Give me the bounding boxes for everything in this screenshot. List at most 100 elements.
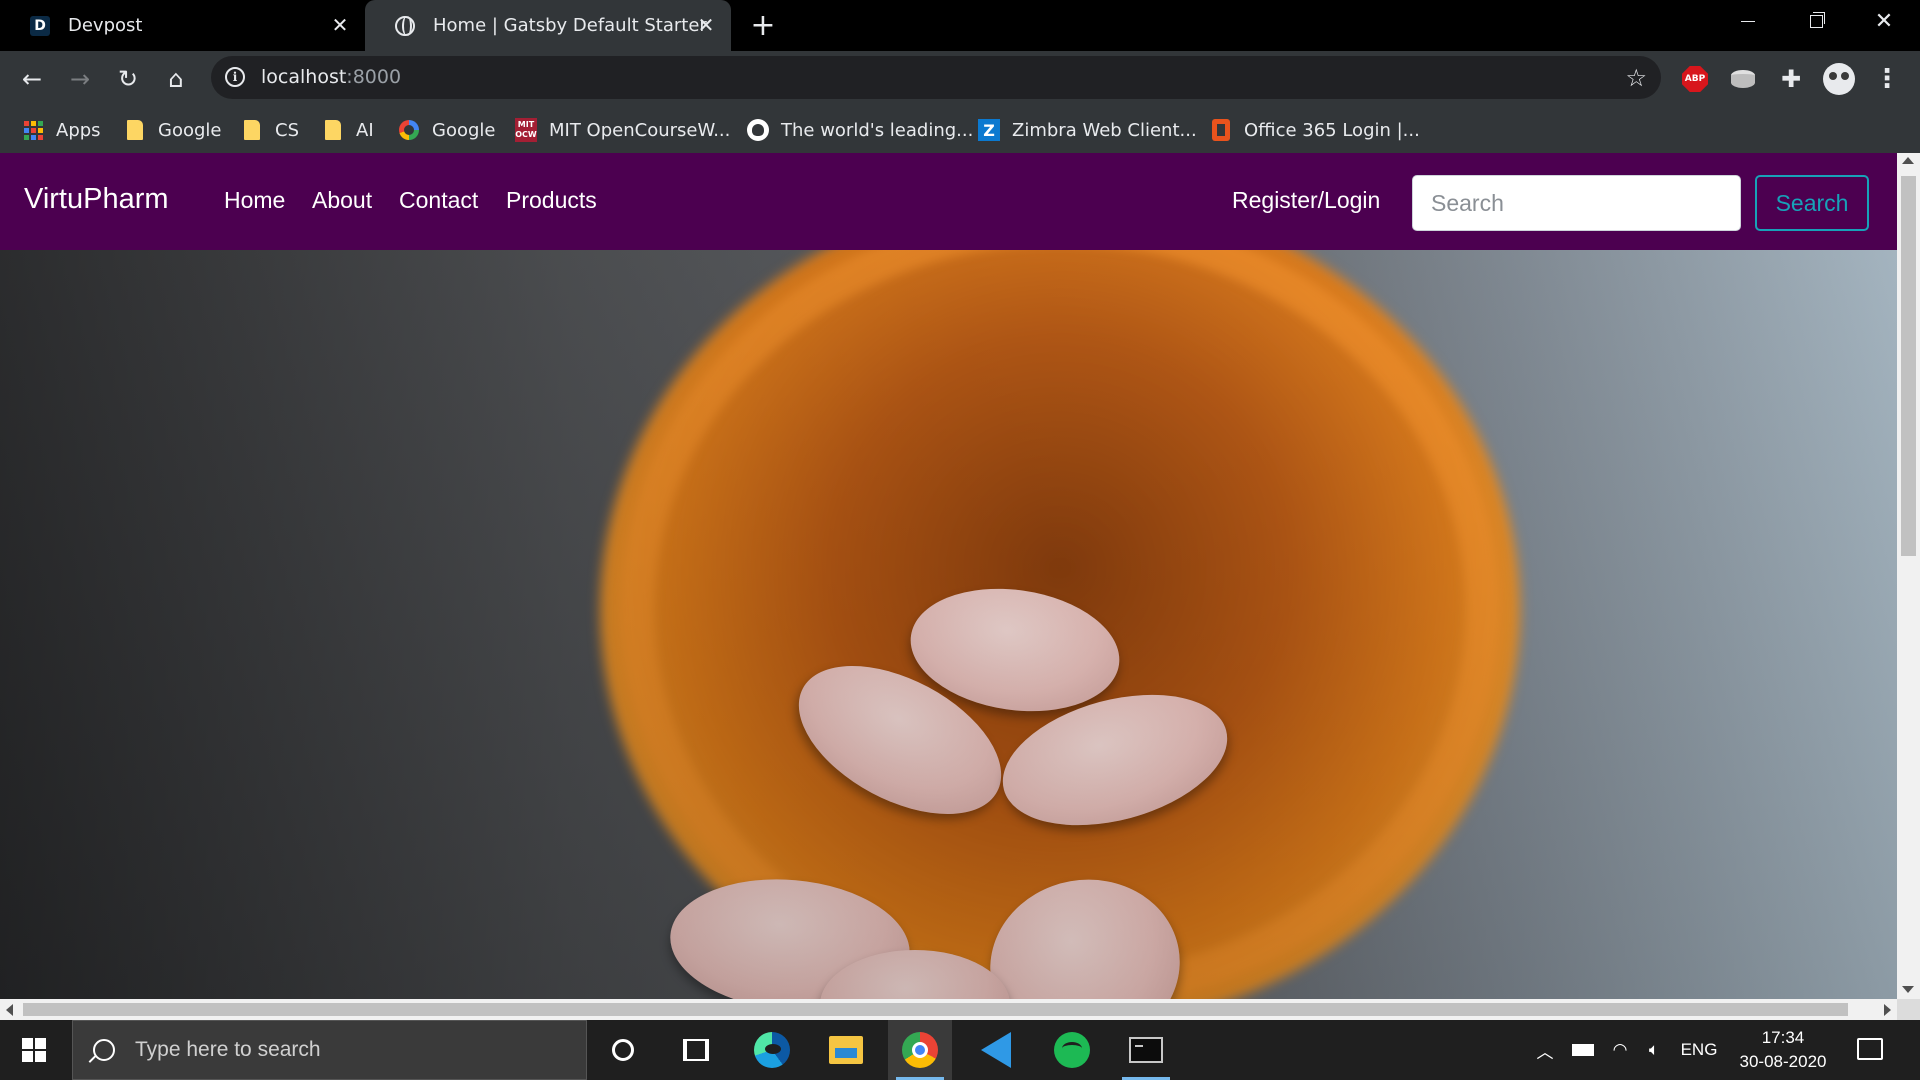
arrow-left-icon: ← xyxy=(21,65,43,93)
bookmark-github[interactable]: The world's leading... xyxy=(747,117,973,143)
tray-wifi[interactable]: ◠ xyxy=(1604,1020,1636,1080)
menu-button[interactable]: ⋮ xyxy=(1872,64,1902,94)
scroll-up-icon[interactable] xyxy=(1902,157,1914,164)
profile-button[interactable] xyxy=(1822,62,1856,96)
nav-contact[interactable]: Contact xyxy=(399,187,478,214)
tab-strip: D Devpost ✕ Home | Gatsby Default Starte… xyxy=(0,0,1920,51)
close-icon[interactable]: ✕ xyxy=(693,12,719,38)
database-extension-button[interactable] xyxy=(1728,64,1758,94)
folder-icon xyxy=(241,119,263,141)
puzzle-icon: ✚ xyxy=(1780,65,1802,93)
extensions-button[interactable]: ✚ xyxy=(1776,64,1806,94)
tray-battery[interactable] xyxy=(1566,1020,1600,1080)
plus-icon: + xyxy=(750,7,776,43)
nav-products[interactable]: Products xyxy=(506,187,597,214)
bookmark-folder-ai[interactable]: AI xyxy=(322,117,374,143)
bookmark-folder-cs[interactable]: CS xyxy=(241,117,299,143)
scrollbar-corner xyxy=(1897,999,1920,1020)
taskbar-vscode[interactable] xyxy=(964,1020,1028,1080)
bookmark-mit-ocw[interactable]: MIT OCW MIT OpenCourseW... xyxy=(515,117,730,143)
bookmark-label: Google xyxy=(158,119,222,141)
tray-overflow-button[interactable]: ︿ xyxy=(1530,1020,1560,1080)
scroll-thumb[interactable] xyxy=(23,1003,1848,1016)
close-icon: ✕ xyxy=(1874,8,1894,34)
star-icon[interactable]: ☆ xyxy=(1625,64,1647,92)
avatar-icon xyxy=(1823,63,1855,95)
close-icon[interactable]: ✕ xyxy=(327,12,353,38)
bookmark-folder-google[interactable]: Google xyxy=(124,117,221,143)
page-viewport: VirtuPharm Home About Contact Products R… xyxy=(0,153,1920,1020)
bookmark-label: CS xyxy=(275,119,299,141)
cortana-button[interactable] xyxy=(591,1020,655,1080)
cortana-icon xyxy=(612,1039,634,1061)
scroll-down-icon[interactable] xyxy=(1902,986,1914,993)
edge-icon xyxy=(754,1032,790,1068)
info-icon[interactable]: i xyxy=(225,67,245,87)
taskbar-chrome[interactable] xyxy=(888,1020,952,1080)
bookmark-label: The world's leading... xyxy=(781,119,974,141)
taskbar-spotify[interactable] xyxy=(1040,1020,1104,1080)
nav-home[interactable]: Home xyxy=(224,187,285,214)
taskbar-search-box[interactable]: Type here to search xyxy=(72,1020,587,1080)
bookmark-zimbra[interactable]: Z Zimbra Web Client... xyxy=(978,117,1197,143)
wifi-icon: ◠ xyxy=(1612,1040,1628,1060)
site-search-input[interactable] xyxy=(1412,175,1741,231)
register-login-link[interactable]: Register/Login xyxy=(1232,187,1380,214)
horizontal-scrollbar[interactable] xyxy=(0,999,1897,1020)
forward-button[interactable]: → xyxy=(64,63,96,95)
scroll-left-icon[interactable] xyxy=(6,1004,13,1016)
taskbar-terminal[interactable] xyxy=(1114,1020,1178,1080)
tray-language[interactable]: ENG xyxy=(1674,1020,1724,1080)
taskbar-file-explorer[interactable] xyxy=(814,1020,878,1080)
office-icon xyxy=(1210,119,1232,141)
bookmark-label: Zimbra Web Client... xyxy=(1012,119,1197,141)
google-icon xyxy=(398,119,420,141)
minimize-icon xyxy=(1741,20,1755,22)
bookmark-google[interactable]: Google xyxy=(398,117,495,143)
bookmark-apps[interactable]: Apps xyxy=(22,117,101,143)
site-brand[interactable]: VirtuPharm xyxy=(24,183,169,216)
restore-icon xyxy=(1809,11,1825,28)
home-button[interactable]: ⌂ xyxy=(160,63,192,95)
taskbar-clock[interactable]: 17:34 30-08-2020 xyxy=(1718,1026,1848,1074)
task-view-button[interactable] xyxy=(664,1020,728,1080)
nav-about[interactable]: About xyxy=(312,187,372,214)
globe-icon xyxy=(395,15,415,36)
arrow-right-icon: → xyxy=(69,65,91,93)
bookmark-office365[interactable]: Office 365 Login |... xyxy=(1210,117,1420,143)
apps-grid-icon xyxy=(22,119,44,141)
hero-shading xyxy=(0,250,1897,999)
tray-volume[interactable]: 🔈︎ xyxy=(1638,1020,1670,1080)
site-navbar: VirtuPharm Home About Contact Products R… xyxy=(0,153,1897,250)
site-search-button[interactable]: Search xyxy=(1755,175,1869,231)
kebab-menu-icon: ⋮ xyxy=(1874,64,1900,94)
adblock-extension-button[interactable]: ABP xyxy=(1680,64,1710,94)
tab-devpost[interactable]: D Devpost ✕ xyxy=(0,0,365,51)
minimize-button[interactable] xyxy=(1714,0,1782,42)
hero-image xyxy=(0,250,1897,999)
clock-time: 17:34 xyxy=(1761,1028,1805,1047)
scroll-right-icon[interactable] xyxy=(1884,1004,1891,1016)
bookmark-label: AI xyxy=(356,119,374,141)
vscode-icon xyxy=(981,1032,1011,1068)
home-icon: ⌂ xyxy=(168,65,184,93)
bookmark-label: Google xyxy=(432,119,496,141)
window-close-button[interactable]: ✕ xyxy=(1850,0,1918,42)
new-tab-button[interactable]: + xyxy=(748,7,778,43)
taskbar-edge[interactable] xyxy=(740,1020,804,1080)
speaker-icon: 🔈︎ xyxy=(1648,1040,1660,1060)
notification-center-icon[interactable] xyxy=(1857,1038,1883,1060)
database-icon xyxy=(1731,70,1755,88)
back-button[interactable]: ← xyxy=(16,63,48,95)
terminal-icon xyxy=(1129,1037,1163,1063)
chevron-up-icon: ︿ xyxy=(1536,1042,1554,1063)
bookmark-label: Office 365 Login |... xyxy=(1244,119,1420,141)
search-icon xyxy=(93,1039,115,1061)
reload-button[interactable]: ↻ xyxy=(112,63,144,95)
scroll-thumb[interactable] xyxy=(1901,176,1916,556)
tab-gatsby-home[interactable]: Home | Gatsby Default Starter ✕ xyxy=(365,0,731,51)
vertical-scrollbar[interactable] xyxy=(1897,153,1920,999)
restore-button[interactable] xyxy=(1782,0,1850,42)
windows-start-icon[interactable] xyxy=(22,1038,46,1062)
address-bar[interactable]: i localhost:8000 ☆ xyxy=(211,56,1661,99)
